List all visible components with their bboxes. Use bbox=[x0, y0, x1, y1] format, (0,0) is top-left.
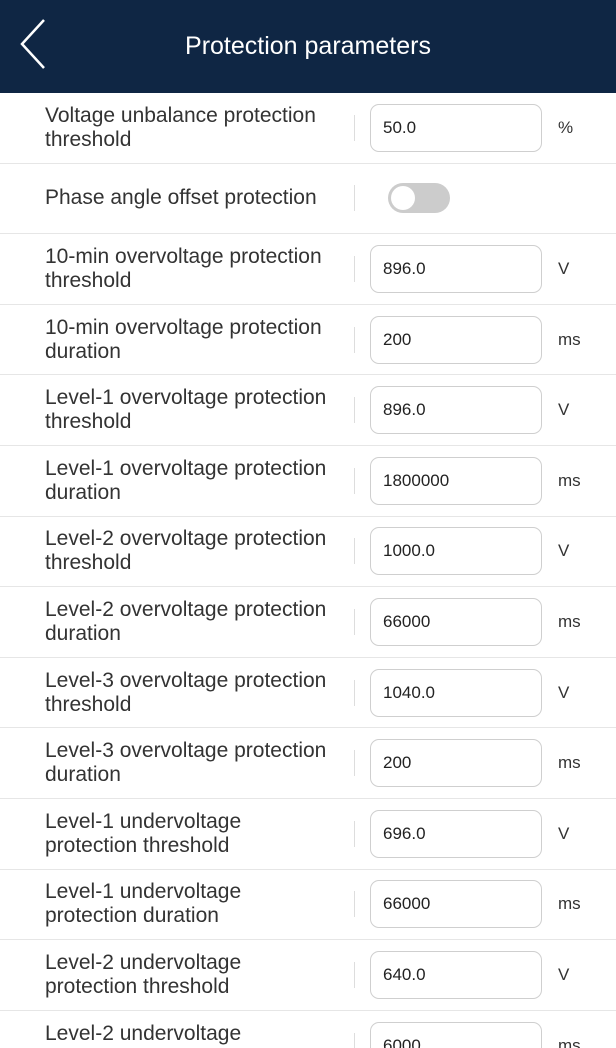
phase-angle-offset-toggle[interactable] bbox=[388, 183, 450, 214]
parameter-unit: ms bbox=[558, 611, 581, 631]
parameter-row: Level-2 undervoltage protection threshol… bbox=[0, 940, 616, 1011]
parameter-value-input[interactable] bbox=[370, 880, 542, 929]
page-title: Protection parameters bbox=[185, 32, 431, 60]
parameter-value-input[interactable] bbox=[370, 1021, 542, 1048]
row-divider bbox=[354, 255, 355, 282]
parameter-unit: V bbox=[558, 258, 570, 278]
row-divider bbox=[354, 467, 355, 494]
app-header: Protection parameters bbox=[0, 0, 616, 93]
row-divider bbox=[354, 679, 355, 706]
parameter-label: 10-min overvoltage protection threshold bbox=[45, 244, 322, 292]
row-divider bbox=[354, 1032, 355, 1048]
parameter-value-input[interactable] bbox=[370, 386, 542, 435]
row-divider bbox=[354, 538, 355, 565]
row-divider bbox=[354, 185, 355, 212]
parameter-unit: ms bbox=[558, 753, 581, 773]
parameter-unit: V bbox=[558, 682, 570, 702]
parameter-unit: % bbox=[558, 117, 574, 137]
parameter-label: Level-1 undervoltage protection duration bbox=[45, 880, 242, 928]
parameter-row: Level-1 overvoltage protection duration m… bbox=[0, 446, 616, 517]
parameter-unit: V bbox=[558, 541, 570, 561]
parameter-value-input[interactable] bbox=[370, 668, 542, 717]
row-divider bbox=[354, 397, 355, 424]
parameter-label: Level-3 overvoltage protection threshold bbox=[45, 668, 327, 716]
parameter-row: 10-min overvoltage protection threshold V bbox=[0, 234, 616, 305]
parameter-label: Level-1 undervoltage protection threshol… bbox=[45, 809, 242, 857]
parameter-label: Level-2 undervoltage protection duration bbox=[45, 1021, 242, 1048]
parameter-row: Level-3 overvoltage protection duration m… bbox=[0, 728, 616, 799]
parameter-row: Voltage unbalance protection threshold% bbox=[0, 93, 616, 164]
parameter-label: Level-1 overvoltage protection threshold bbox=[45, 386, 327, 434]
parameter-label: 10-min overvoltage protection duration bbox=[45, 315, 322, 363]
parameter-unit: V bbox=[558, 400, 570, 420]
parameter-label: Level-2 overvoltage protection duration bbox=[45, 597, 327, 645]
row-divider bbox=[354, 750, 355, 777]
row-divider bbox=[354, 608, 355, 635]
parameter-value-input[interactable] bbox=[370, 809, 542, 858]
parameter-unit: V bbox=[558, 964, 570, 984]
parameter-label: Level-2 undervoltage protection threshol… bbox=[45, 950, 242, 998]
parameter-label: Phase angle offset protection bbox=[45, 186, 317, 210]
parameter-value-input[interactable] bbox=[370, 103, 542, 152]
row-divider bbox=[354, 891, 355, 918]
parameter-row: Level-1 overvoltage protection threshold… bbox=[0, 375, 616, 446]
parameter-row: Level-3 overvoltage protection threshold… bbox=[0, 658, 616, 729]
parameter-label: Level-1 overvoltage protection duration bbox=[45, 456, 327, 504]
parameter-row: Level-2 overvoltage protection duration m… bbox=[0, 587, 616, 658]
parameter-label: Voltage unbalance protection threshold bbox=[45, 103, 316, 151]
parameter-value-input[interactable] bbox=[370, 456, 542, 505]
parameter-unit: ms bbox=[558, 894, 581, 914]
parameter-unit: ms bbox=[558, 329, 581, 349]
parameter-value-input[interactable] bbox=[370, 950, 542, 999]
parameter-value-input[interactable] bbox=[370, 244, 542, 293]
parameter-row: Level-1 undervoltage protection threshol… bbox=[0, 799, 616, 870]
row-divider bbox=[354, 114, 355, 141]
parameter-unit: ms bbox=[558, 470, 581, 490]
protection-parameters-screen: Protection parameters Voltage unbalance … bbox=[0, 0, 616, 1048]
parameter-value-input[interactable] bbox=[370, 527, 542, 576]
parameter-label: Level-3 overvoltage protection duration bbox=[45, 739, 327, 787]
row-divider bbox=[354, 961, 355, 988]
parameter-value-input[interactable] bbox=[370, 315, 542, 364]
parameter-label: Level-2 overvoltage protection threshold bbox=[45, 527, 327, 575]
parameter-row: Phase angle offset protection bbox=[0, 164, 616, 235]
parameter-row: Level-1 undervoltage protection duration… bbox=[0, 870, 616, 941]
parameter-list: Voltage unbalance protection threshold% P… bbox=[0, 93, 616, 1048]
parameter-value-input[interactable] bbox=[370, 597, 542, 646]
parameter-unit: V bbox=[558, 823, 570, 843]
parameter-value-input[interactable] bbox=[370, 739, 542, 788]
toggle-knob bbox=[391, 186, 415, 211]
parameter-row: Level-2 undervoltage protection duration… bbox=[0, 1011, 616, 1048]
row-divider bbox=[354, 820, 355, 847]
parameter-unit: ms bbox=[558, 1035, 581, 1048]
parameter-row: Level-2 overvoltage protection threshold… bbox=[0, 517, 616, 588]
parameter-row: 10-min overvoltage protection duration ms bbox=[0, 305, 616, 376]
row-divider bbox=[354, 326, 355, 353]
